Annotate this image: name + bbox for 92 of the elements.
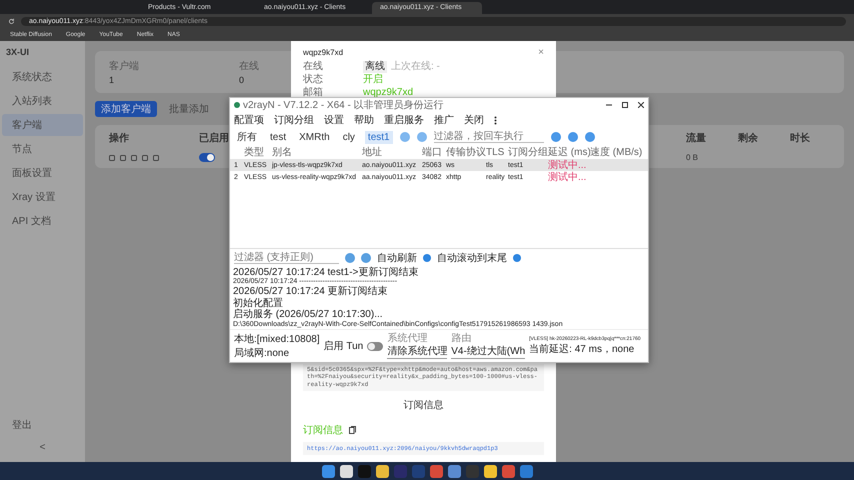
subscription-label: 订阅信息 — [303, 424, 343, 437]
more-icon[interactable] — [494, 116, 497, 124]
menu-item[interactable]: 重启服务 — [384, 113, 424, 127]
round-button[interactable] — [345, 252, 355, 263]
status-tag: 离线 — [363, 61, 387, 73]
column-header: 类型 — [244, 146, 265, 159]
column-header: 速度 (MB/s) — [590, 146, 644, 159]
group-tab[interactable]: 所有 — [234, 129, 260, 145]
taskbar-app-icon[interactable] — [484, 464, 496, 478]
menu-item[interactable]: 关闭 — [464, 113, 484, 127]
proxy-select[interactable]: 清除系统代理 — [387, 344, 448, 358]
stat-label: 客户端 — [109, 60, 139, 73]
round-button[interactable] — [584, 132, 595, 142]
toggle-label: 自动滚动到末尾 — [437, 252, 507, 265]
copy-icon[interactable] — [349, 426, 356, 434]
round-button[interactable] — [550, 132, 561, 142]
sidebar-item[interactable]: 入站列表 — [2, 90, 83, 112]
sidebar-item[interactable]: Xray 设置 — [2, 186, 83, 208]
table-cell-text: 测试中... — [548, 170, 588, 184]
column-header: 已启用 — [199, 131, 229, 145]
app-icon — [234, 102, 240, 108]
column-header: 地址 — [362, 146, 383, 159]
log-filter-field[interactable]: 过滤器 (支持正则) — [234, 252, 339, 264]
field-label: 邮箱 — [303, 87, 324, 99]
dialog-title: wqpz9k7xd — [303, 48, 344, 57]
select-caption: 系统代理 — [387, 334, 428, 344]
delay-info: 当前延迟: 47 ms，none — [529, 342, 636, 356]
stat-value: 0 — [239, 75, 246, 85]
logo: 3X-UI — [5, 46, 30, 59]
tun-switch[interactable] — [367, 342, 384, 350]
edit-button[interactable] — [400, 132, 410, 142]
stat-label: 在线 — [239, 60, 259, 73]
maximize-icon[interactable] — [622, 102, 628, 108]
column-header: 操作 — [109, 132, 129, 145]
column-header: 流量 — [686, 131, 706, 145]
column-header: 传输协议 — [446, 146, 486, 159]
group-tab[interactable]: XMRth — [296, 130, 333, 144]
toolbar-button[interactable]: 添加客户端 — [95, 101, 157, 117]
lan-status: 局域网:none — [234, 346, 290, 360]
log-line: 2026/05/27 10:17:24 更新订阅结束 — [233, 286, 389, 298]
collapse-button[interactable]: < — [2, 438, 83, 457]
stat-value: 1 — [109, 75, 116, 85]
field-label: 状态 — [303, 74, 324, 86]
sidebar-item[interactable]: 系统状态 — [2, 66, 83, 88]
column-header: 延迟 (ms) — [548, 147, 590, 159]
logout-item[interactable]: 登出 — [2, 414, 83, 436]
menu-item[interactable]: 推广 — [434, 113, 454, 127]
group-tab[interactable]: test — [267, 130, 290, 144]
log-line: 初始化配置 — [233, 298, 284, 309]
taskbar-app-icon[interactable] — [322, 464, 334, 478]
round-button[interactable] — [361, 252, 371, 263]
window-title: v2rayN - V7.12.2 - X64 - 以非管理员身份运行 — [243, 98, 444, 112]
column-header: 剩余 — [738, 132, 758, 145]
column-header: TLS — [486, 146, 506, 158]
close-button[interactable]: × — [538, 47, 544, 58]
sidebar-item[interactable]: API 文档 — [2, 210, 83, 232]
field-value: wqpz9k7xd — [363, 87, 414, 99]
group-tab[interactable]: test1 — [364, 130, 393, 144]
add-button[interactable] — [416, 132, 427, 142]
reload-icon[interactable] — [8, 18, 15, 25]
sidebar-item[interactable]: 节点 — [2, 138, 83, 160]
log-line: 启动服务 (2026/05/27 10:17:30)... — [233, 309, 383, 321]
log-line: 2026/05/27 10:17:24 test1->更新订阅结束 — [233, 266, 420, 278]
menu-item[interactable]: 设置 — [324, 113, 344, 127]
taskbar-app-icon[interactable] — [376, 464, 388, 478]
column-header: 时长 — [790, 132, 810, 145]
toggle-label: 自动刷新 — [377, 252, 417, 265]
table-cell-text: 0 B — [686, 153, 700, 162]
menu-item[interactable]: 帮助 — [354, 113, 374, 127]
local-port: 本地:[mixed:10808] — [234, 332, 320, 346]
field-note: 上次在线: - — [391, 61, 440, 73]
select-caption: 路由 — [451, 334, 472, 344]
route-select[interactable]: V4-绕过大陆(Wh — [451, 344, 526, 358]
auto-refresh-toggle[interactable] — [423, 254, 431, 262]
field-value: 开启 — [363, 74, 383, 86]
round-button[interactable] — [568, 132, 578, 142]
table-cell-text: 测试中... — [548, 158, 588, 172]
menu-item[interactable]: 配置项 — [234, 113, 264, 127]
taskbar-app-icon[interactable] — [340, 464, 352, 478]
auto-scroll-toggle[interactable] — [513, 254, 521, 262]
field-label: 在线 — [303, 61, 324, 73]
menu-item[interactable]: 订阅分组 — [274, 113, 314, 127]
close-icon[interactable] — [638, 102, 644, 108]
enable-switch[interactable] — [199, 153, 215, 162]
minimize-icon[interactable] — [606, 102, 612, 108]
tun-label: 启用 Tun — [324, 340, 364, 353]
section-heading: 订阅信息 — [402, 398, 444, 413]
column-header: 端口 — [422, 146, 443, 159]
sidebar-item[interactable]: 面板设置 — [2, 162, 83, 184]
group-tab[interactable]: cly — [340, 130, 358, 144]
column-header: 订阅分组 — [508, 146, 548, 159]
column-header: 别名 — [272, 146, 293, 159]
